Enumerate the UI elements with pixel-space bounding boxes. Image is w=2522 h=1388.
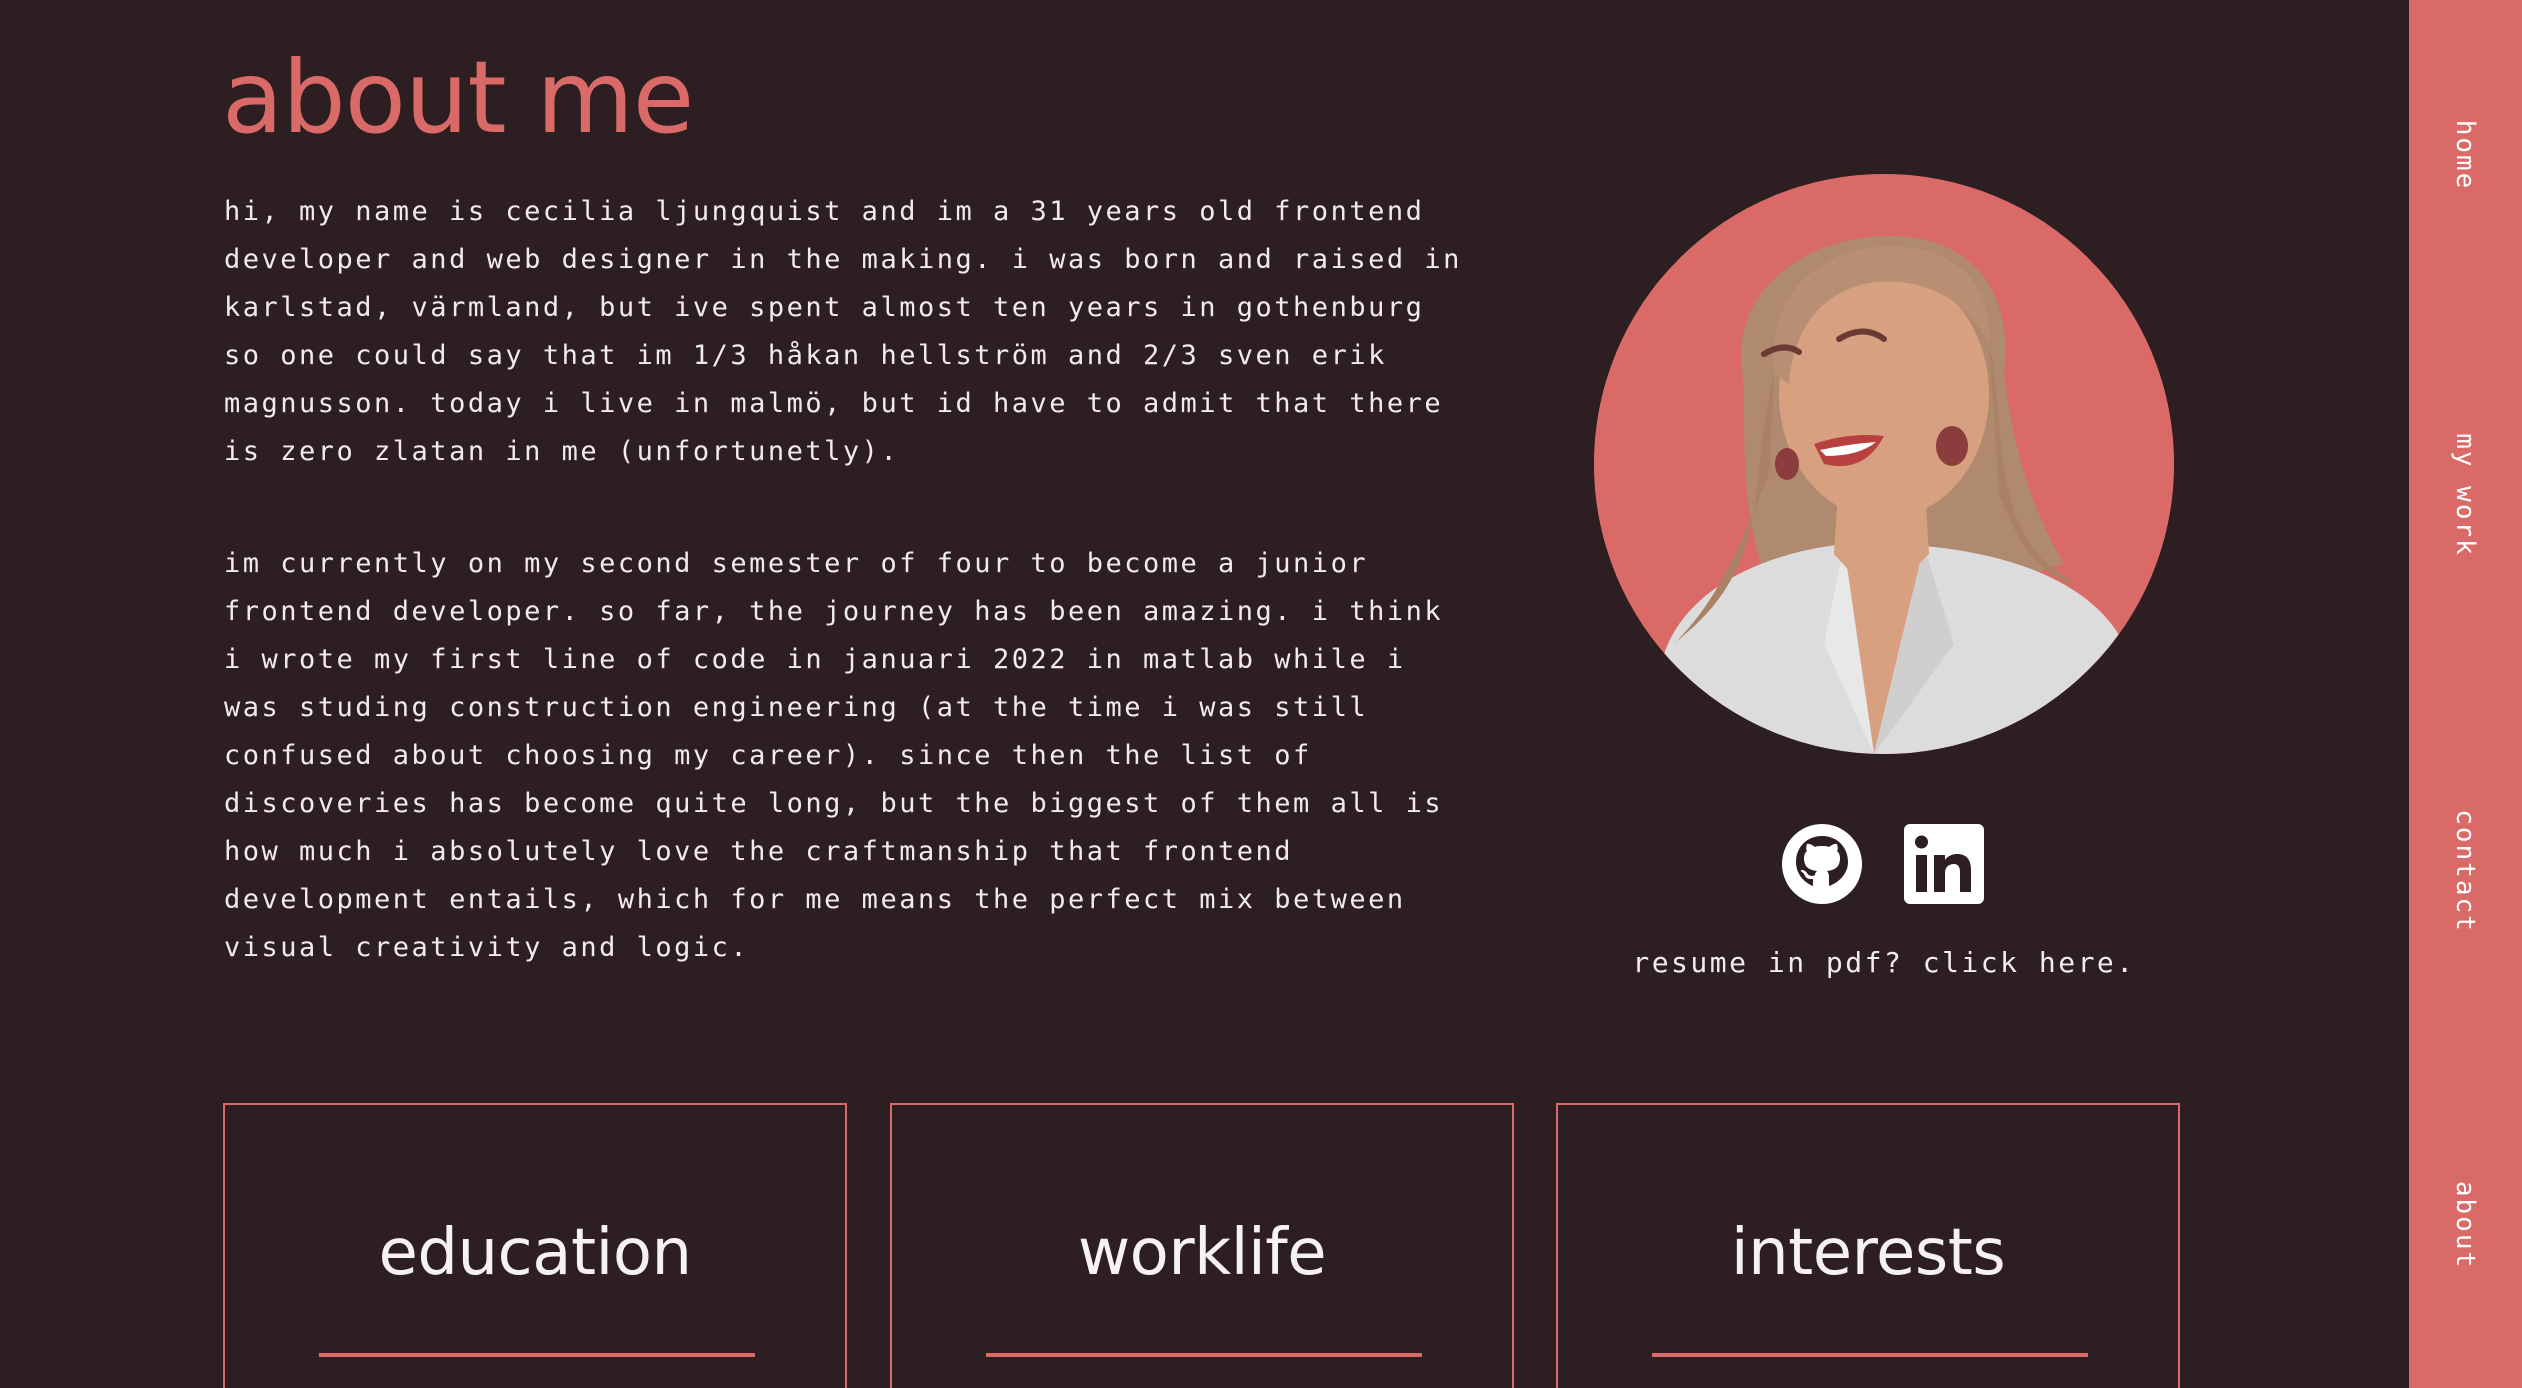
github-link[interactable] bbox=[1780, 822, 1864, 906]
bio-paragraph: hi, my name is cecilia ljungquist and im… bbox=[224, 196, 1462, 467]
card-title: education bbox=[378, 1216, 692, 1290]
resume-link[interactable]: resume in pdf? click here. bbox=[1594, 946, 2174, 979]
linkedin-icon bbox=[1904, 824, 1984, 904]
github-icon bbox=[1782, 824, 1862, 904]
bio-text: hi, my name is cecilia ljungquist and im… bbox=[224, 188, 1544, 972]
side-navigation: home my work contact about bbox=[2409, 0, 2522, 1388]
nav-item-contact[interactable]: contact bbox=[2450, 809, 2480, 933]
portrait-illustration bbox=[1594, 174, 2174, 754]
card-title: interests bbox=[1730, 1216, 2006, 1290]
profile-portrait bbox=[1594, 174, 2174, 754]
nav-item-home[interactable]: home bbox=[2450, 120, 2480, 191]
page-title: about me bbox=[222, 39, 694, 156]
card-underline bbox=[1652, 1353, 2088, 1357]
page: about me hi, my name is cecilia ljungqui… bbox=[0, 0, 2409, 1388]
nav-item-about[interactable]: about bbox=[2450, 1181, 2480, 1269]
social-links bbox=[1780, 822, 1986, 906]
bio-paragraph: im currently on my second semester of fo… bbox=[224, 548, 1444, 963]
card-worklife[interactable]: worklife bbox=[890, 1103, 1514, 1388]
card-education[interactable]: education bbox=[223, 1103, 847, 1388]
card-underline bbox=[986, 1353, 1422, 1357]
card-title: worklife bbox=[1077, 1216, 1327, 1290]
linkedin-link[interactable] bbox=[1902, 822, 1986, 906]
card-underline bbox=[319, 1353, 755, 1357]
card-interests[interactable]: interests bbox=[1556, 1103, 2180, 1388]
nav-item-my-work[interactable]: my work bbox=[2450, 433, 2480, 557]
